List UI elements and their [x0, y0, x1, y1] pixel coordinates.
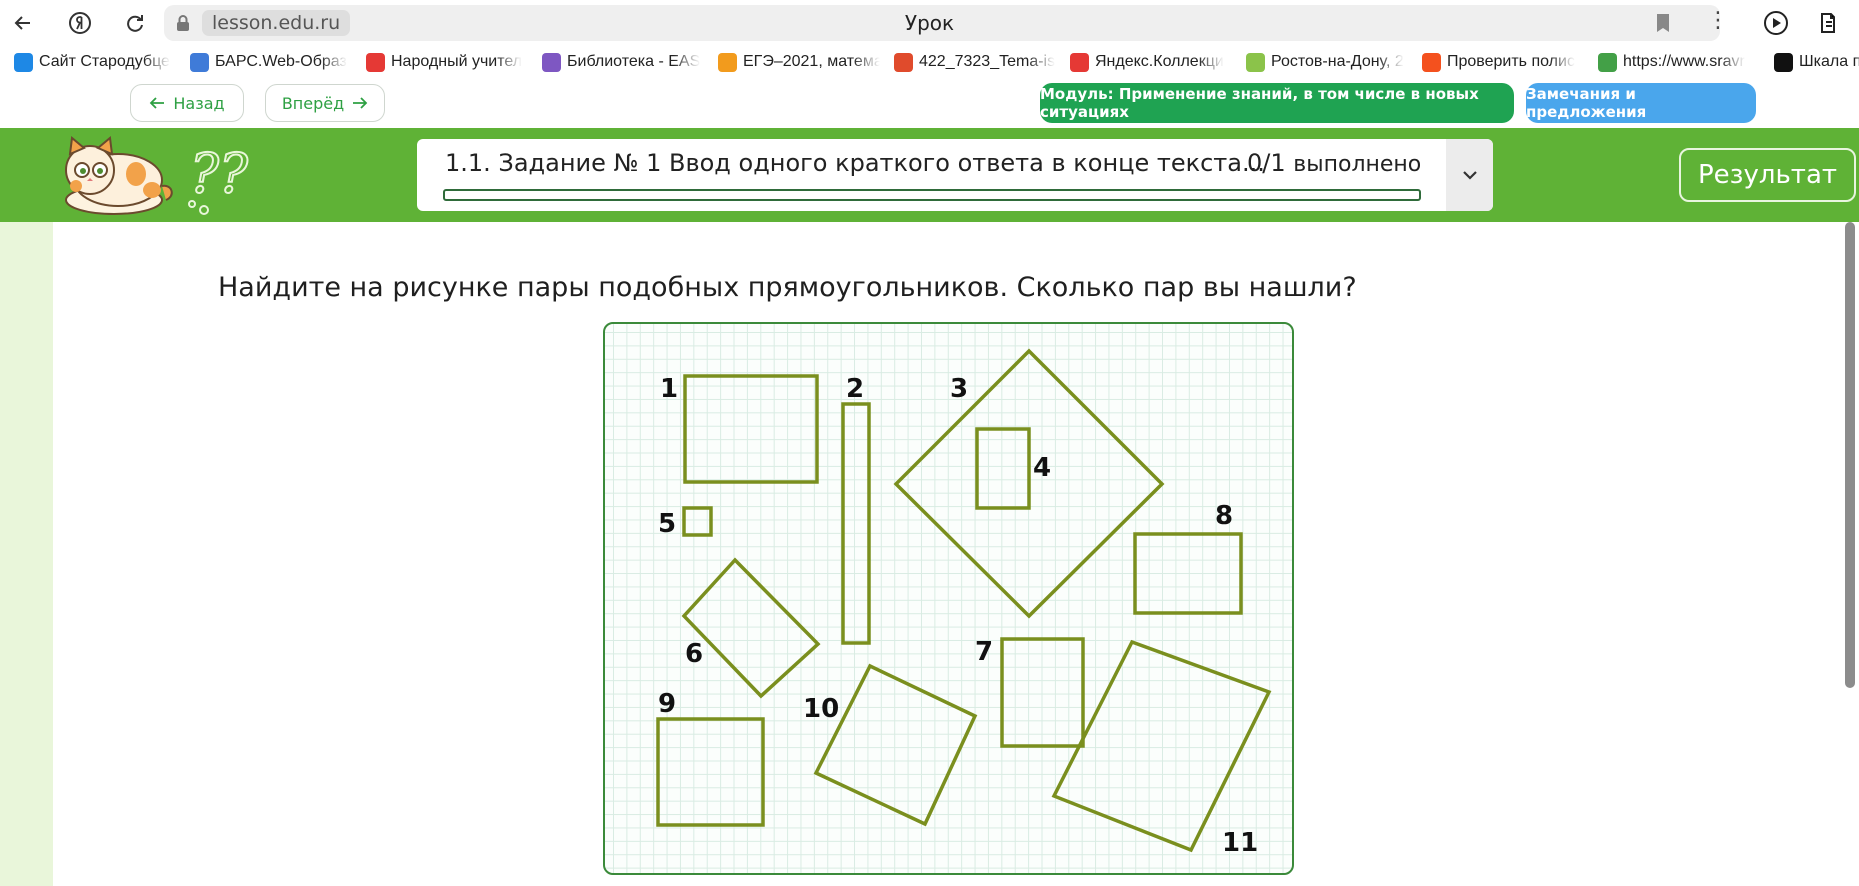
book-icon: [190, 52, 209, 72]
task-count: 0/1: [1247, 149, 1286, 177]
left-side-strip: [0, 222, 53, 886]
action-bar: Назад Вперёд Модуль: Применение знаний, …: [0, 78, 1859, 128]
task-count-suffix: выполнено: [1293, 152, 1422, 177]
bookmarks-bar: Сайт Стародубце БАРС.Web-Образ Народный уч…: [0, 46, 1859, 78]
rectangle-11: [1051, 639, 1272, 853]
rectangles-figure: 1 2 3 4 5 6 7 8 9 10 11: [603, 322, 1294, 875]
chevron-down-icon: [1462, 171, 1477, 180]
back-button[interactable]: Назад: [130, 84, 244, 122]
check-icon: [1598, 52, 1617, 72]
bookmark-label: Народный учител: [391, 53, 523, 70]
bookmark-item[interactable]: https://www.sravr: [1598, 52, 1760, 72]
rectangle-2: [841, 402, 871, 645]
bookmark-label: 422_7323_Tema-is: [919, 53, 1056, 70]
task-progress-bar: [443, 189, 1421, 201]
scrollbar-thumb[interactable]: [1845, 222, 1855, 688]
bookmark-label: Шкала пе: [1799, 53, 1859, 70]
rectangle-7: [1000, 637, 1085, 748]
yandex-icon: [1070, 52, 1089, 72]
rectangle-5: [682, 506, 713, 537]
arrow-left-icon: [150, 97, 165, 109]
task-dropdown-toggle[interactable]: [1446, 139, 1493, 211]
bookmark-label: Сайт Стародубце: [39, 53, 170, 70]
bookmark-item[interactable]: Ростов-на-Дону, 2: [1246, 52, 1408, 72]
bookmark-item[interactable]: Библиотека - EAS: [542, 52, 704, 72]
task-title: 1.1. Задание № 1 Ввод одного краткого от…: [445, 149, 1265, 177]
bookmark-item[interactable]: Шкала пе: [1774, 52, 1859, 72]
svg-text:??: ??: [190, 142, 249, 205]
ok-icon: [1246, 52, 1265, 72]
bookmark-item[interactable]: Яндекс.Коллекци: [1070, 52, 1232, 72]
url-text[interactable]: lesson.edu.ru: [202, 10, 351, 36]
sun-icon: [718, 52, 737, 72]
result-button[interactable]: Результат: [1679, 148, 1856, 202]
channel4-icon: [1774, 52, 1793, 72]
label-8: 8: [1215, 501, 1233, 531]
youtube-icon: [366, 52, 385, 72]
bookmark-icon[interactable]: [1652, 12, 1674, 34]
label-1: 1: [660, 374, 678, 404]
bookmark-item[interactable]: ЕГЭ–2021, матема: [718, 52, 880, 72]
feedback-button[interactable]: Замечания и предложения: [1526, 83, 1756, 123]
media-play-icon[interactable]: [1762, 9, 1790, 37]
cat-mascot-icon: ??: [65, 136, 250, 215]
rectangle-8: [1133, 532, 1243, 615]
rectangles-drawing: 1 2 3 4 5 6 7 8 9 10 11: [656, 348, 1272, 858]
module-button[interactable]: Модуль: Применение знаний, в том числе в…: [1040, 83, 1514, 123]
label-6: 6: [685, 639, 703, 669]
task-progress-text: 0/1 выполнено: [1247, 149, 1421, 177]
car-icon: [1422, 52, 1441, 72]
atom-icon: [542, 52, 561, 72]
address-bar[interactable]: lesson.edu.ru: [164, 5, 1720, 41]
bookmark-item[interactable]: Сайт Стародубце: [14, 52, 176, 72]
more-menu-icon[interactable]: ⋮: [1707, 8, 1729, 33]
bookmark-label: Яндекс.Коллекци: [1095, 53, 1224, 70]
forward-button-label: Вперёд: [281, 93, 345, 113]
bookmark-item[interactable]: Народный учител: [366, 52, 528, 72]
label-4: 4: [1033, 453, 1051, 483]
label-9: 9: [658, 689, 676, 719]
bookmark-label: Проверить полис: [1447, 53, 1575, 70]
label-10: 10: [803, 694, 839, 724]
lock-icon: [177, 15, 189, 31]
stripes-icon: [14, 52, 33, 72]
browser-toolbar: lesson.edu.ru Урок ⋮: [0, 0, 1859, 46]
rectangle-9: [656, 717, 765, 827]
task-banner: ?? 1.1. Задание № 1 Ввод одного краткого…: [0, 128, 1859, 222]
bookmark-label: ЕГЭ–2021, матема: [743, 53, 880, 70]
rectangle-1: [683, 374, 819, 484]
office-icon: [894, 52, 913, 72]
arrow-right-icon: [353, 97, 368, 109]
task-selector[interactable]: 1.1. Задание № 1 Ввод одного краткого от…: [417, 139, 1493, 211]
bookmark-label: Библиотека - EAS: [567, 53, 701, 70]
bookmark-label: Ростов-на-Дону, 2: [1271, 53, 1404, 70]
bookmark-label: https://www.sravr: [1623, 53, 1745, 70]
label-2: 2: [846, 374, 864, 404]
yandex-icon[interactable]: [65, 8, 95, 38]
bookmark-label: БАРС.Web-Образ: [215, 53, 347, 70]
label-7: 7: [975, 637, 993, 667]
rectangle-10: [813, 663, 978, 827]
question-text: Найдите на рисунке пары подобных прямоуг…: [218, 272, 1357, 303]
bookmark-item[interactable]: Проверить полис: [1422, 52, 1584, 72]
bookmark-item[interactable]: 422_7323_Tema-is: [894, 52, 1056, 72]
label-5: 5: [658, 509, 676, 539]
rectangle-4: [975, 427, 1031, 510]
rectangle-6: [681, 557, 821, 699]
extensions-icon[interactable]: [1816, 9, 1844, 37]
label-3: 3: [950, 374, 968, 404]
bookmark-item[interactable]: БАРС.Web-Образ: [190, 52, 352, 72]
reload-icon[interactable]: [120, 8, 150, 38]
back-arrow-icon[interactable]: [8, 8, 38, 38]
forward-button[interactable]: Вперёд: [265, 84, 385, 122]
back-button-label: Назад: [173, 93, 225, 113]
label-11: 11: [1222, 828, 1258, 858]
